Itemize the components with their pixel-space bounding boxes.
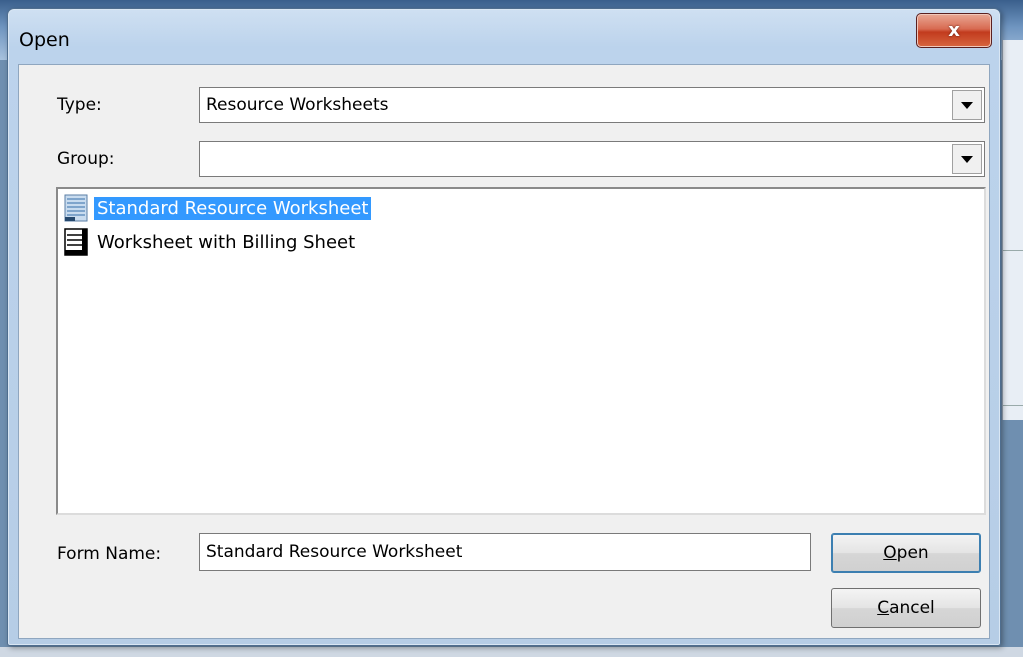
form-list[interactable]: Standard Resource Worksheet Worksheet wi… [56,187,986,515]
list-item[interactable]: Standard Resource Worksheet [62,193,372,223]
chevron-down-icon [961,101,973,109]
dialog-client-area: Type: Resource Worksheets Group: Standar… [18,64,990,639]
background-divider [1003,250,1023,251]
list-item-label: Worksheet with Billing Sheet [97,231,356,253]
group-dropdown-button[interactable] [952,144,982,174]
open-button[interactable]: Open [831,533,981,573]
worksheet-icon [62,193,92,223]
cancel-button[interactable]: Cancel [831,588,981,628]
form-name-input[interactable] [200,534,810,570]
close-button[interactable]: x [916,13,992,48]
background-window-edge [1002,40,1023,420]
type-select[interactable]: Resource Worksheets [199,87,985,123]
background-taskbar [0,647,1023,657]
dialog-title: Open [19,29,70,51]
chevron-down-icon [961,155,973,163]
type-select-value: Resource Worksheets [206,95,389,115]
cancel-accelerator: C [877,598,890,618]
open-accelerator: O [883,543,897,563]
billing-sheet-icon [62,227,92,257]
list-item[interactable]: Worksheet with Billing Sheet [62,227,358,257]
open-button-label: pen [896,543,929,563]
open-dialog: Open x Type: Resource Worksheets Group: [7,8,1001,646]
close-icon: x [948,20,960,41]
cancel-button-label: ancel [889,598,935,618]
type-label: Type: [57,95,102,115]
list-item-label: Standard Resource Worksheet [94,196,372,220]
group-label: Group: [57,149,115,169]
group-select[interactable] [199,141,985,177]
type-dropdown-button[interactable] [952,90,982,120]
form-name-label: Form Name: [57,544,162,564]
form-name-field[interactable] [199,533,811,571]
background-divider [1003,405,1023,406]
